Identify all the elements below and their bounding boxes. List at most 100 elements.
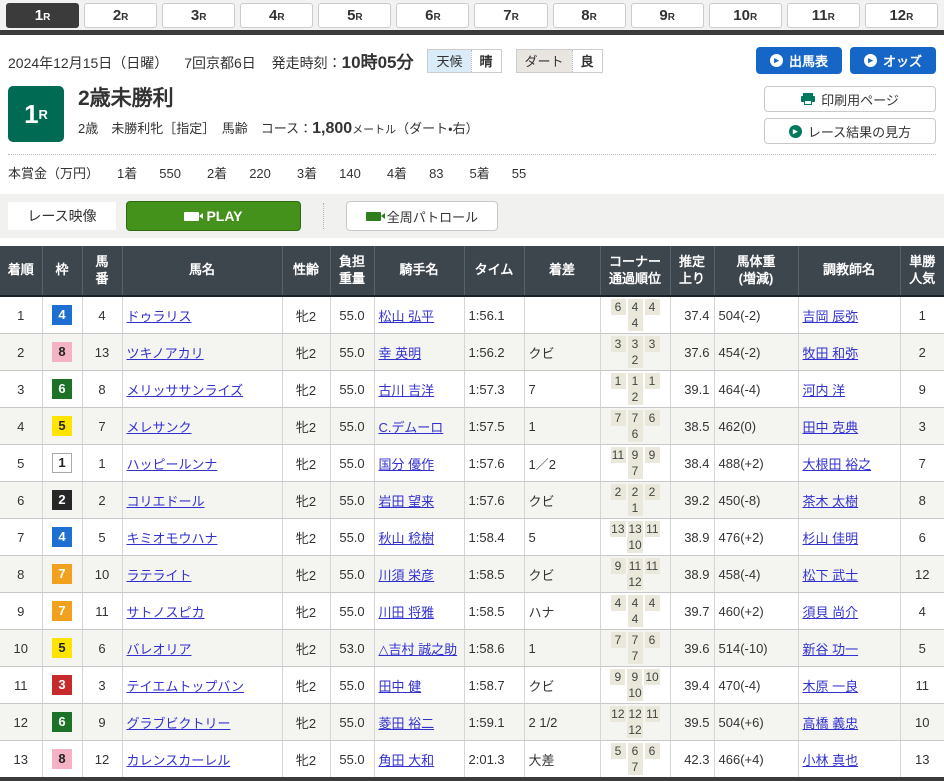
race-tab-12r[interactable]: 12R [865,3,938,28]
video-camera-icon [366,212,381,221]
horse-name-link[interactable]: ツキノアカリ [127,346,204,361]
race-tab-1r[interactable]: 1R [6,3,79,28]
horse-number-cell: 2 [82,482,122,519]
play-button[interactable]: PLAY [126,201,301,231]
jockey-name-link[interactable]: 菱田 裕二 [379,716,435,731]
jockey-name-link[interactable]: 秋山 稔樹 [379,531,435,546]
finish-position-cell: 12 [0,704,42,741]
frame-number-cell: 7 [42,593,82,630]
jockey-name-link[interactable]: 田中 健 [379,679,422,694]
trainer-name-link[interactable]: 小林 真也 [803,753,859,768]
carried-weight-cell: 55.0 [330,334,374,371]
patrol-video-button[interactable]: 全周パトロール [346,201,498,231]
trainer-name-link[interactable]: 杉山 佳明 [803,531,859,546]
horse-body-weight-cell: 470(-4) [714,667,798,704]
race-tab-3r[interactable]: 3R [162,3,235,28]
odds-button[interactable]: ▸ オッズ [850,47,936,74]
win-popularity-cell: 8 [900,482,944,519]
frame-number-box: 7 [52,601,72,621]
horse-name-link[interactable]: バレオリア [127,642,192,657]
jockey-name-link[interactable]: 岩田 望来 [379,494,435,509]
horse-name-link[interactable]: ラテライト [127,568,192,583]
result-row: 8710ラテライト牝255.0川須 栄彦1:58.5クビ911111238.94… [0,556,944,593]
frame-number-cell: 8 [42,741,82,778]
race-number-badge: 1R [8,86,64,142]
jockey-name-link[interactable]: 川須 栄彦 [379,568,435,583]
trainer-name-link[interactable]: 河内 洋 [803,383,846,398]
results-table: 着順枠馬 番馬名性齢負担 重量騎手名タイム着差コーナー 通過順位推定 上り馬体重… [0,246,944,778]
frame-number-cell: 4 [42,519,82,556]
jockey-name-link[interactable]: 松山 弘平 [379,309,435,324]
horse-name-link[interactable]: キミオモウハナ [127,531,218,546]
win-popularity-cell: 7 [900,445,944,482]
frame-number-box: 7 [52,564,72,584]
entries-button[interactable]: ▸ 出馬表 [756,47,842,74]
race-tab-9r[interactable]: 9R [631,3,704,28]
trainer-name-link[interactable]: 吉岡 辰弥 [803,309,859,324]
horse-name-link[interactable]: グラブビクトリー [127,716,231,731]
race-tab-10r[interactable]: 10R [709,3,782,28]
race-tab-11r[interactable]: 11R [787,3,860,28]
jockey-name-link[interactable]: 古川 吉洋 [379,383,435,398]
horse-name-link[interactable]: ハッピールンナ [127,457,218,472]
trainer-name-link[interactable]: 大根田 裕之 [803,457,872,472]
race-tab-5r[interactable]: 5R [318,3,391,28]
race-tab-8r[interactable]: 8R [553,3,626,28]
jockey-name-link[interactable]: C.デムーロ [379,420,444,435]
corner-position: 4 [611,595,626,611]
race-tab-6r[interactable]: 6R [396,3,469,28]
corner-position: 9 [645,447,660,463]
last-3f-time-cell: 39.5 [670,704,714,741]
trainer-name-link[interactable]: 木原 一良 [803,679,859,694]
corner-position: 4 [628,299,643,315]
trainer-name-link[interactable]: 松下 武士 [803,568,859,583]
jockey-name-link[interactable]: 幸 英明 [379,346,422,361]
jockey-name-link[interactable]: △吉村 誠之助 [379,642,458,657]
corner-position: 12 [610,706,625,722]
trainer-name-link[interactable]: 新谷 功一 [803,642,859,657]
horse-number-cell: 12 [82,741,122,778]
jockey-name-cell: △吉村 誠之助 [374,630,464,667]
horse-number-cell: 5 [82,519,122,556]
trainer-name-link[interactable]: 牧田 和弥 [803,346,859,361]
margin-cell: 1／2 [524,445,600,482]
column-header: 馬体重 (増減) [714,246,798,296]
trainer-name-link[interactable]: 茶木 太樹 [803,494,859,509]
corner-positions-cell: 9111112 [600,556,670,593]
horse-name-link[interactable]: メリッササンライズ [127,383,244,398]
horse-name-link[interactable]: テイエムトップバン [127,679,245,694]
trainer-name-cell: 小林 真也 [798,741,900,778]
horse-name-link[interactable]: カレンスカーレル [127,753,231,768]
jockey-name-link[interactable]: 国分 優作 [379,457,435,472]
horse-name-link[interactable]: ドゥラリス [127,309,192,324]
jockey-name-cell: 国分 優作 [374,445,464,482]
corner-position: 9 [611,558,626,574]
corner-position: 9 [628,447,643,463]
trainer-name-link[interactable]: 須貝 尚介 [803,605,859,620]
horse-name-link[interactable]: サトノスピカ [127,605,205,620]
last-3f-time-cell: 42.3 [670,741,714,778]
horse-name-link[interactable]: コリエドール [127,494,205,509]
corner-position: 2 [628,484,643,500]
result-guide-button[interactable]: ▸ レース結果の見方 [764,118,936,144]
frame-number-box: 5 [52,416,72,436]
horse-number-cell: 4 [82,296,122,334]
horse-number-cell: 10 [82,556,122,593]
track-condition-badge: ダート 良 [516,49,603,73]
trainer-name-link[interactable]: 高橋 義忠 [803,716,859,731]
corner-position: 11 [628,558,643,574]
race-tab-2r[interactable]: 2R [84,3,157,28]
margin-cell: 2 1/2 [524,704,600,741]
trainer-name-link[interactable]: 田中 克典 [803,420,859,435]
finish-position-cell: 4 [0,408,42,445]
race-tab-7r[interactable]: 7R [474,3,547,28]
jockey-name-link[interactable]: 角田 大和 [379,753,435,768]
jockey-name-link[interactable]: 川田 将雅 [379,605,435,620]
track-label: ダート [517,50,572,72]
horse-name-link[interactable]: メレサンク [127,420,192,435]
column-header: タイム [464,246,524,296]
race-distance: 1,800 [312,120,352,137]
print-page-button[interactable]: 印刷用ページ [764,86,936,112]
frame-number-cell: 1 [42,445,82,482]
race-tab-4r[interactable]: 4R [240,3,313,28]
